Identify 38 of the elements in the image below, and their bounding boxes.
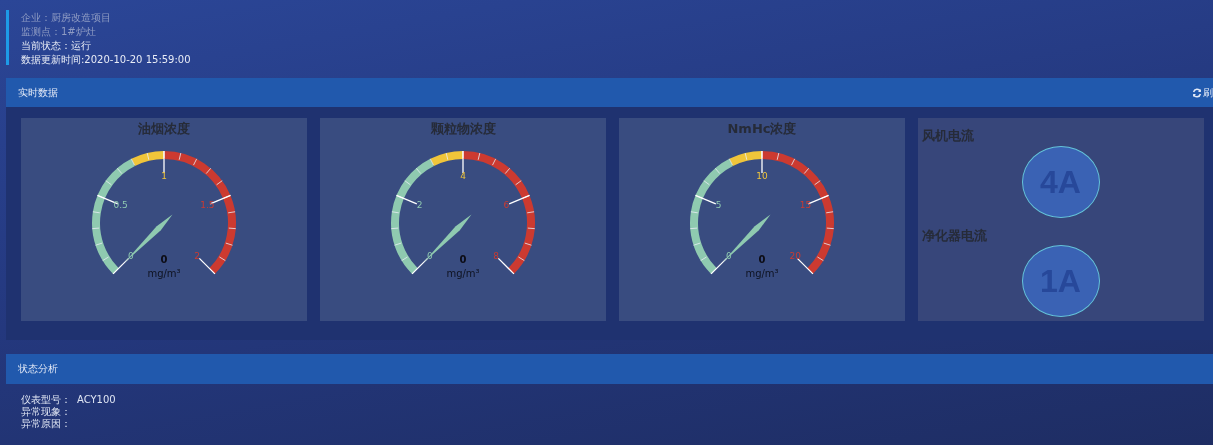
field-label: 仪表型号： xyxy=(21,394,71,406)
current-label: 净化器电流 xyxy=(922,228,987,244)
gauge-title: 颗粒物浓度 xyxy=(430,121,496,137)
gauge-tick-label: 15 xyxy=(799,200,812,210)
field-label: 异常现象： xyxy=(21,406,71,418)
gauge-needle xyxy=(124,214,173,263)
gauge-tick-label: 0.5 xyxy=(113,200,128,210)
info-line: 当前状态：运行 xyxy=(21,39,92,52)
gauge-tick-label: 1 xyxy=(161,171,167,181)
gauge-unit: mg/m³ xyxy=(446,268,480,279)
gauge-needle xyxy=(722,214,771,263)
gauge-needle xyxy=(423,214,472,263)
gauge-tick-label: 4 xyxy=(460,171,466,181)
refresh-icon xyxy=(1192,87,1202,98)
info-line: 数据更新时间:2020-10-20 15:59:00 xyxy=(21,53,192,66)
section-title: 实时数据 xyxy=(18,85,58,100)
refresh-button[interactable]: 刷 xyxy=(1192,85,1213,100)
gauge-tick-label: 5 xyxy=(715,200,722,210)
info-line: 企业：厨房改造项目 xyxy=(21,11,112,24)
info-line: 监测点：1#炉灶 xyxy=(21,25,97,38)
field-value: ACY100 xyxy=(77,394,116,406)
gauge-tick-label: 8 xyxy=(493,251,500,262)
gauge-unit: mg/m³ xyxy=(147,268,181,279)
gauge-title: 油烟浓度 xyxy=(138,121,190,137)
gauge-title: NmHc浓度 xyxy=(727,121,797,137)
gauge-unit: mg/m³ xyxy=(745,268,779,279)
gauge-value: 0 xyxy=(160,254,168,265)
field-label: 异常原因： xyxy=(21,418,71,430)
gauge-tick-label: 6 xyxy=(503,200,510,210)
gauge-value: 0 xyxy=(459,254,467,265)
gauge-tick-label: 10 xyxy=(756,171,768,181)
current-label: 风机电流 xyxy=(922,128,974,144)
gauge-tick-label: 20 xyxy=(789,251,801,262)
gauge-tick-label: 1.5 xyxy=(200,200,215,210)
section-title: 状态分析 xyxy=(18,362,58,376)
gauge-value: 0 xyxy=(758,254,766,265)
gauge-tick-label: 2 xyxy=(194,251,201,262)
gauge-tick-label: 2 xyxy=(416,200,423,210)
